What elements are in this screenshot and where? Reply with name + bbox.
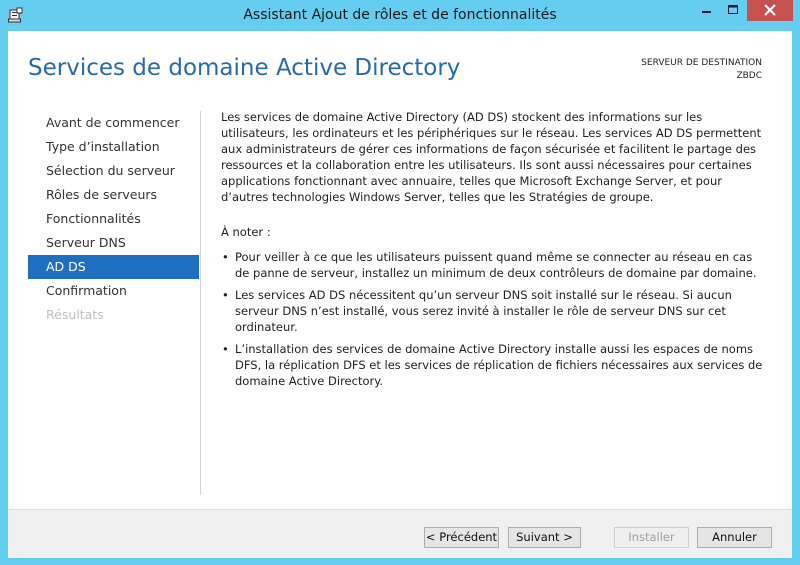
next-button[interactable]: Suivant >	[508, 527, 581, 548]
page-title: Services de domaine Active Directory	[28, 55, 461, 81]
window-title: Assistant Ajout de rôles et de fonctionn…	[243, 7, 557, 23]
wizard-steps-nav: Avant de commencer Type d’installation S…	[28, 111, 199, 327]
bullet-glyph: •	[222, 250, 229, 264]
minimize-icon	[702, 11, 711, 13]
bullet-glyph: •	[222, 288, 229, 302]
button-bar: < Précédent Suivant > Installer Annuler	[8, 509, 792, 558]
wizard-window: Assistant Ajout de rôles et de fonctionn…	[0, 0, 800, 565]
maximize-button[interactable]	[720, 0, 746, 21]
install-button: Installer	[614, 527, 689, 548]
nav-item-ad-ds[interactable]: AD DS	[28, 255, 199, 279]
list-item: • L’installation des services de domaine…	[221, 341, 766, 389]
wizard-client-area: Services de domaine Active Directory SER…	[8, 31, 792, 558]
minimize-button[interactable]	[693, 0, 719, 21]
list-item-text: Pour veiller à ce que les utilisateurs p…	[235, 250, 757, 280]
title-bar[interactable]: Assistant Ajout de rôles et de fonctionn…	[0, 0, 800, 31]
cancel-button[interactable]: Annuler	[697, 527, 772, 548]
nav-item-type-installation[interactable]: Type d’installation	[28, 135, 199, 159]
nav-item-serveur-dns[interactable]: Serveur DNS	[28, 231, 199, 255]
nav-item-confirmation[interactable]: Confirmation	[28, 279, 199, 303]
nav-item-resultats: Résultats	[46, 307, 104, 322]
nav-item-roles-serveurs[interactable]: Rôles de serveurs	[28, 183, 199, 207]
previous-button[interactable]: < Précédent	[424, 527, 499, 548]
close-button[interactable]	[747, 0, 793, 21]
bullet-glyph: •	[222, 342, 229, 356]
list-item-text: L’installation des services de domaine A…	[235, 342, 763, 388]
list-item-text: Les services AD DS nécessitent qu’un ser…	[235, 288, 732, 334]
maximize-icon	[728, 5, 738, 14]
destination-label: SERVEUR DE DESTINATION	[641, 58, 762, 68]
nav-divider	[200, 111, 201, 495]
content-panel: Les services de domaine Active Directory…	[221, 109, 766, 395]
list-item: • Les services AD DS nécessitent qu’un s…	[221, 287, 766, 335]
nav-item-avant-de-commencer[interactable]: Avant de commencer	[28, 111, 199, 135]
close-icon	[764, 4, 776, 16]
destination-server-name: ZBDC	[736, 71, 762, 81]
destination-server-info: SERVEUR DE DESTINATION ZBDC	[641, 57, 762, 83]
note-heading: À noter :	[221, 225, 271, 239]
nav-item-selection-serveur[interactable]: Sélection du serveur	[28, 159, 199, 183]
list-item: • Pour veiller à ce que les utilisateurs…	[221, 249, 766, 281]
notes-list: • Pour veiller à ce que les utilisateurs…	[221, 249, 766, 389]
intro-paragraph: Les services de domaine Active Directory…	[221, 110, 762, 204]
nav-item-fonctionnalites[interactable]: Fonctionnalités	[28, 207, 199, 231]
